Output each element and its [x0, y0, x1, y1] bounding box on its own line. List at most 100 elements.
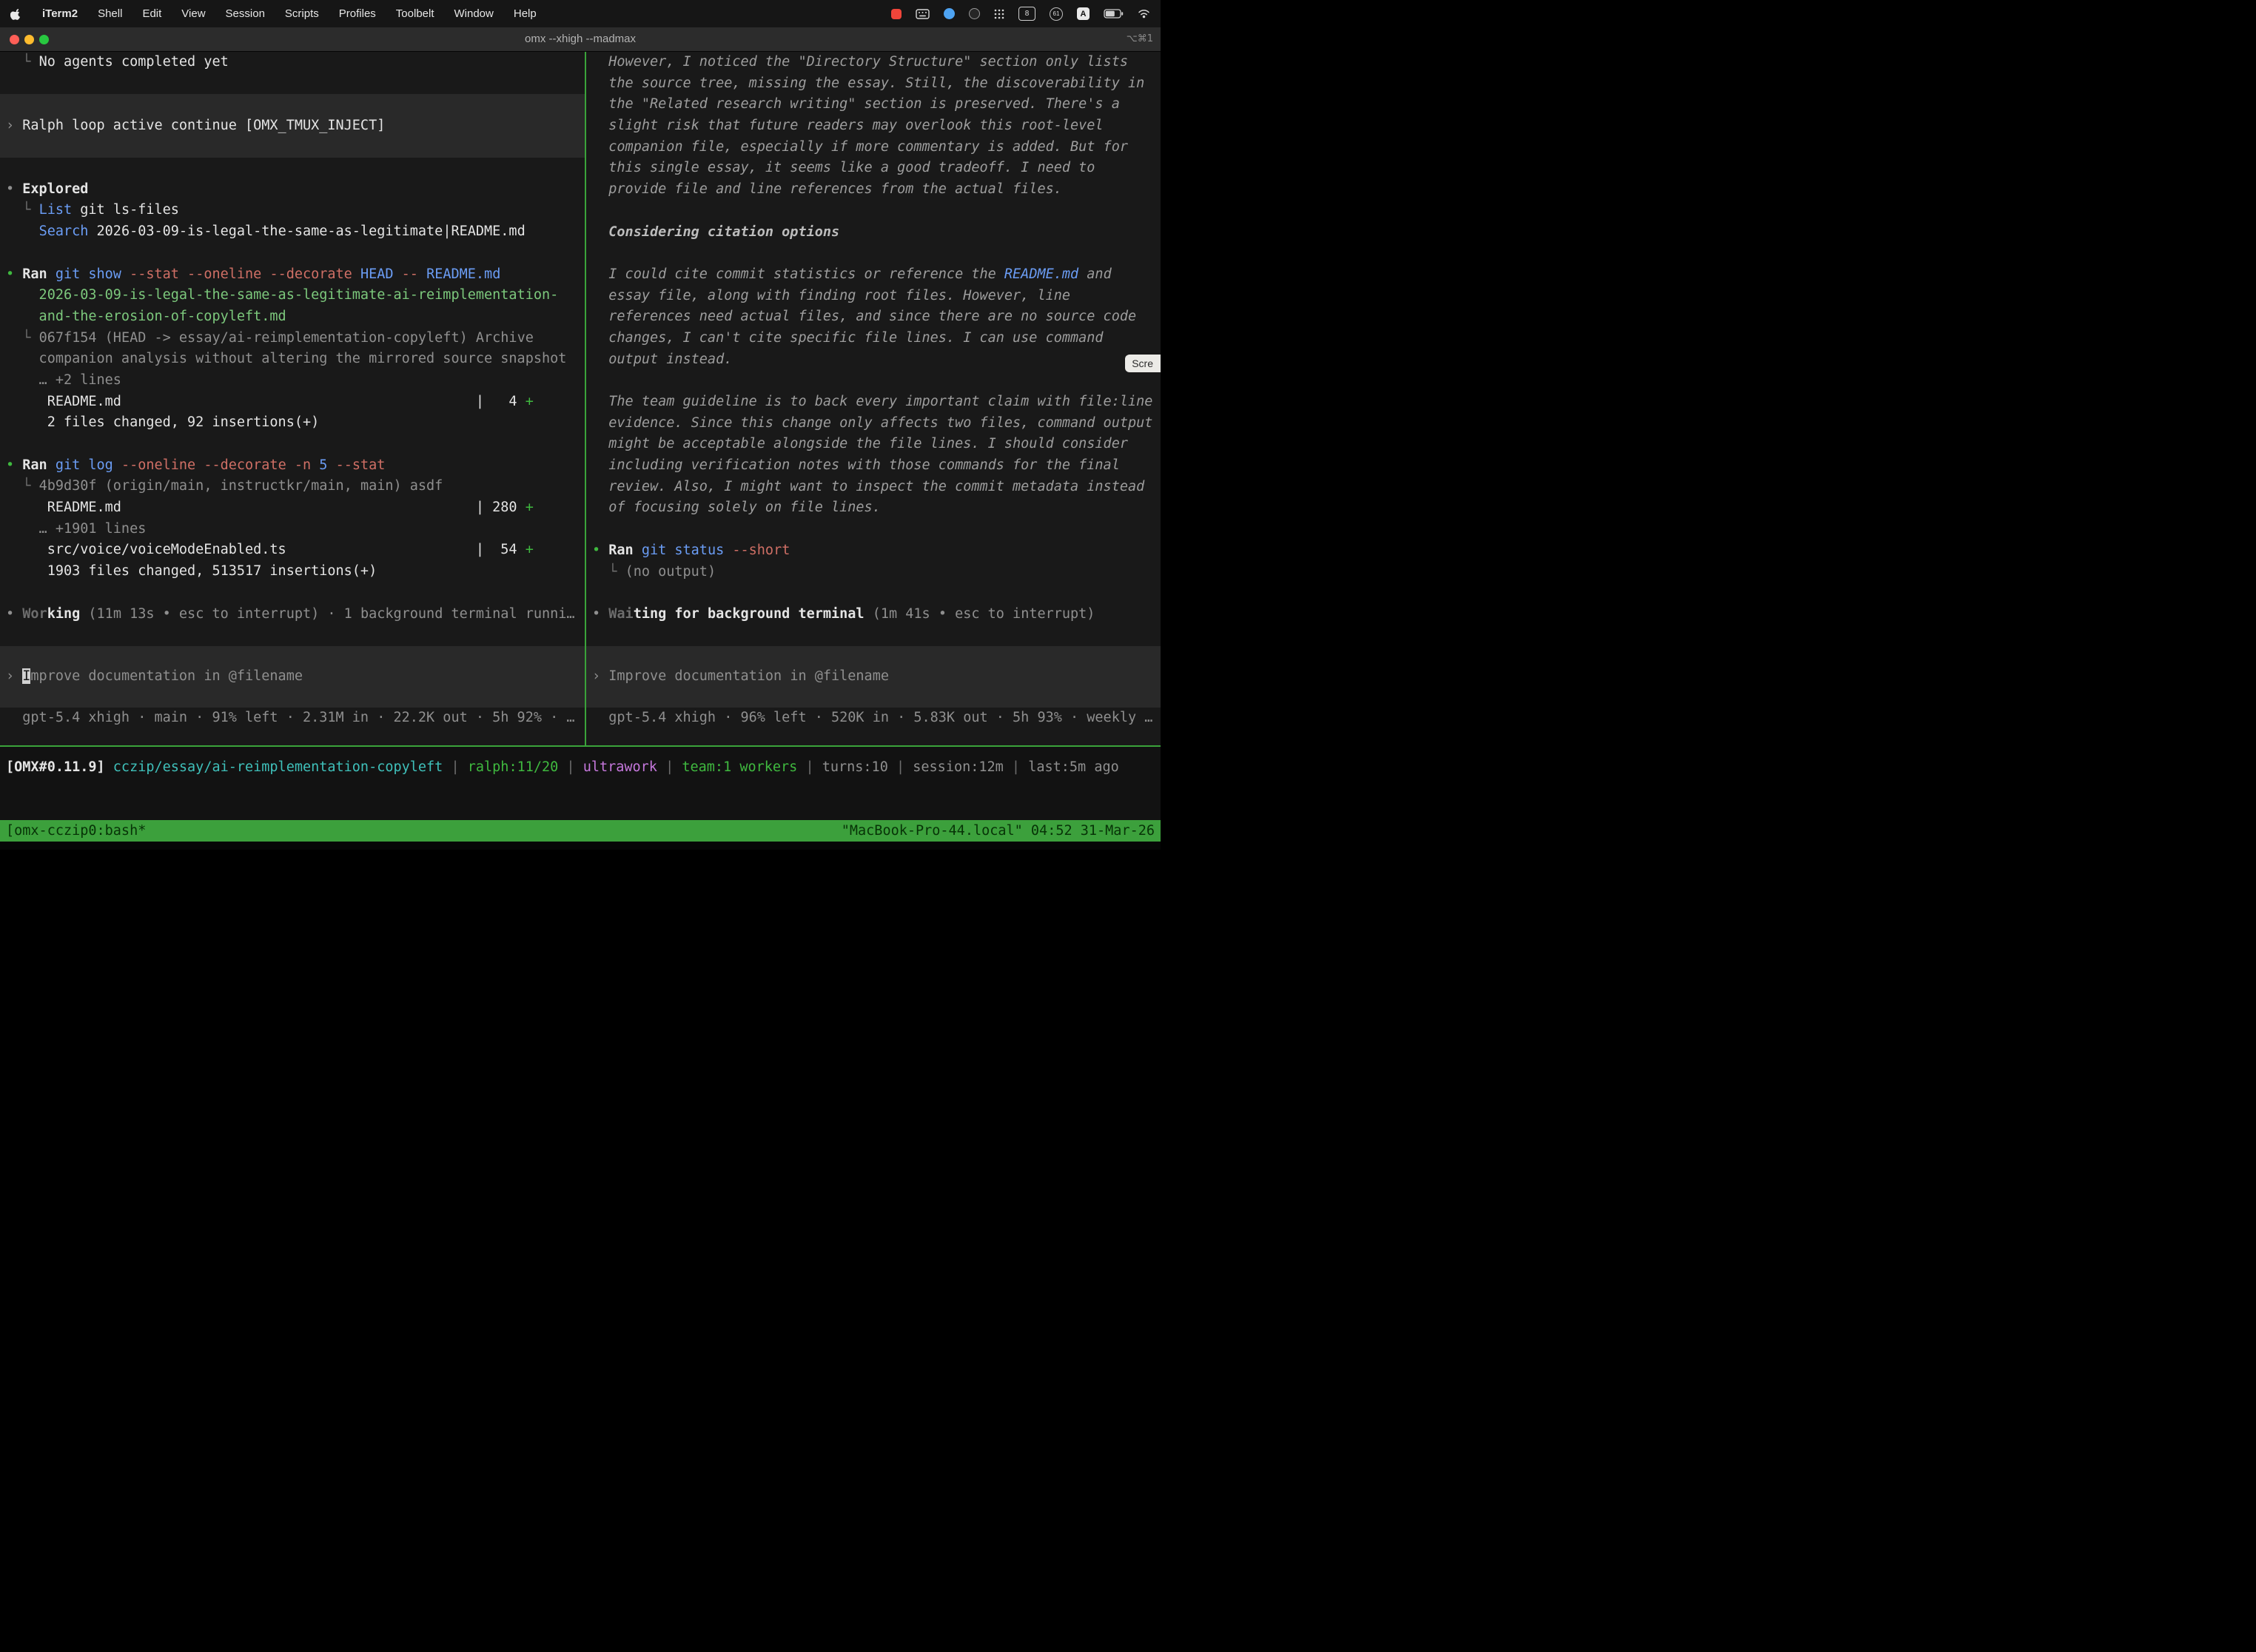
terminal-line: • Ran git status --short	[586, 540, 1161, 562]
terminal-line: 2026-03-09-is-legal-the-same-as-legitima…	[0, 285, 585, 306]
terminal-line: I could cite commit statistics or refere…	[586, 264, 1161, 286]
keyboard-viewer-icon[interactable]	[916, 9, 930, 19]
terminal-line: essay file, along with finding root file…	[586, 286, 1161, 307]
waiting-status: • Waiting for background terminal (1m 41…	[586, 604, 1161, 625]
terminal-line: might be acceptable alongside the file l…	[586, 434, 1161, 455]
menu-item-window[interactable]: Window	[454, 7, 494, 20]
terminal-line: review. Also, I might want to inspect th…	[586, 477, 1161, 498]
dark-app-icon[interactable]	[969, 8, 980, 19]
terminal-line: evidence. Since this change only affects…	[586, 413, 1161, 434]
terminal-line: └ (no output)	[586, 562, 1161, 583]
menu-item-view[interactable]: View	[181, 7, 205, 20]
terminal-line: changes, I can't cite specific file line…	[586, 328, 1161, 349]
menu-item-shell[interactable]: Shell	[98, 7, 122, 20]
omx-status-bar: [OMX#0.11.9] cczip/essay/ai-reimplementa…	[0, 747, 1161, 820]
thinking-paragraph-2: I could cite commit statistics or refere…	[586, 264, 1161, 370]
app-grid-icon[interactable]	[994, 9, 1004, 19]
menu-item-session[interactable]: Session	[226, 7, 265, 20]
explored-section: • Explored └ List git ls-files Search 20…	[0, 179, 585, 243]
window-title-bar: omx --xhigh --madmax ⌥⌘1	[0, 27, 1161, 52]
terminal-line: • Working (11m 13s • esc to interrupt) ·…	[0, 604, 585, 625]
thinking-paragraph-3: The team guideline is to back every impo…	[586, 392, 1161, 519]
terminal-line: provide file and line references from th…	[586, 179, 1161, 201]
terminal-line: 2 files changed, 92 insertions(+)	[0, 412, 585, 434]
tmux-session-window: [omx-cczip0:bash*	[6, 823, 146, 839]
terminal-line: README.md | 4 +	[0, 392, 585, 413]
number-key-icon[interactable]: 8	[1018, 7, 1035, 21]
ralph-loop-banner: › Ralph loop active continue [OMX_TMUX_I…	[0, 94, 585, 158]
window-hotkey: ⌥⌘1	[1127, 27, 1153, 51]
terminal-line: README.md | 280 +	[0, 497, 585, 519]
input-source-icon[interactable]: A	[1077, 7, 1090, 20]
terminal-line: Considering citation options	[586, 222, 1161, 244]
session-stats: gpt-5.4 xhigh · main · 91% left · 2.31M …	[0, 708, 585, 729]
terminal-line: gpt-5.4 xhigh · main · 91% left · 2.31M …	[0, 708, 585, 729]
terminal-line: └ List git ls-files	[0, 200, 585, 221]
apple-logo-icon[interactable]	[10, 7, 22, 21]
session-stats: gpt-5.4 xhigh · 96% left · 520K in · 5.8…	[586, 708, 1161, 729]
menu-item-iterm2[interactable]: iTerm2	[42, 7, 78, 20]
menu-items: iTerm2 Shell Edit View Session Scripts Profile…	[10, 7, 537, 21]
terminal-line: … +1901 lines	[0, 519, 585, 540]
terminal-line: including verification notes with those …	[586, 455, 1161, 477]
thinking-heading: Considering citation options	[586, 222, 1161, 244]
git-log-section: • Ran git log --oneline --decorate -n 5 …	[0, 455, 585, 582]
menu-item-help[interactable]: Help	[514, 7, 537, 20]
agents-status: └ No agents completed yet	[0, 52, 585, 73]
terminal-line: However, I noticed the "Directory Struct…	[586, 52, 1161, 73]
terminal-line: └ 4b9d30f (origin/main, instructkr/main,…	[0, 476, 585, 497]
record-indicator-icon[interactable]	[891, 9, 902, 19]
wifi-icon[interactable]	[1138, 9, 1150, 19]
git-status-section: • Ran git status --short └ (no output)	[586, 540, 1161, 582]
menu-bar-status-items: 8 61 A	[891, 7, 1150, 21]
terminal-line: The team guideline is to back every impo…	[586, 392, 1161, 413]
screen: iTerm2 Shell Edit View Session Scripts Profile…	[0, 0, 1161, 850]
terminal-area: └ No agents completed yet › Ralph loop a…	[0, 52, 1161, 745]
composer-input[interactable]: › Improve documentation in @filename	[586, 646, 1161, 708]
terminal-line: references need actual files, and since …	[586, 306, 1161, 328]
menu-item-toolbelt[interactable]: Toolbelt	[396, 7, 434, 20]
git-show-section: • Ran git show --stat --oneline --decora…	[0, 264, 585, 434]
terminal-line: › Improve documentation in @filename	[586, 666, 1161, 688]
terminal-line: › Improve documentation in @filename	[0, 666, 585, 688]
window-title: omx --xhigh --madmax	[0, 27, 1161, 51]
terminal-line: output instead.	[586, 349, 1161, 371]
terminal-line: … +2 lines	[0, 370, 585, 392]
thinking-paragraph-1: However, I noticed the "Directory Struct…	[586, 52, 1161, 201]
battery-icon[interactable]	[1104, 9, 1124, 19]
terminal-line: of focusing solely on file lines.	[586, 497, 1161, 519]
terminal-line: the "Related research writing" section i…	[586, 94, 1161, 115]
omx-status-line: [OMX#0.11.9] cczip/essay/ai-reimplementa…	[0, 757, 1161, 779]
text-cursor: I	[22, 668, 30, 684]
terminal-line: gpt-5.4 xhigh · 96% left · 520K in · 5.8…	[586, 708, 1161, 729]
tmux-host-clock: "MacBook-Pro-44.local" 04:52 31-Mar-26	[842, 823, 1155, 839]
terminal-line: companion analysis without altering the …	[0, 349, 585, 370]
terminal-line: › Ralph loop active continue [OMX_TMUX_I…	[0, 115, 585, 137]
terminal-line: └ 067f154 (HEAD -> essay/ai-reimplementa…	[0, 328, 585, 349]
terminal-line: • Ran git show --stat --oneline --decora…	[0, 264, 585, 286]
terminal-line: src/voice/voiceModeEnabled.ts | 54 +	[0, 540, 585, 561]
battery-gauge-icon[interactable]: 61	[1050, 7, 1063, 21]
terminal-line: the source tree, missing the essay. Stil…	[586, 73, 1161, 95]
menu-item-profiles[interactable]: Profiles	[339, 7, 376, 20]
terminal-line: companion file, especially if more comme…	[586, 137, 1161, 158]
terminal-line: └ No agents completed yet	[0, 52, 585, 73]
menu-bar: iTerm2 Shell Edit View Session Scripts Profile…	[0, 0, 1161, 27]
terminal-line: slight risk that future readers may over…	[586, 115, 1161, 137]
terminal-line: and-the-erosion-of-copyleft.md	[0, 306, 585, 328]
tmux-status-bar: [omx-cczip0:bash* "MacBook-Pro-44.local"…	[0, 820, 1161, 842]
working-status: • Working (11m 13s • esc to interrupt) ·…	[0, 604, 585, 625]
composer-input[interactable]: › Improve documentation in @filename	[0, 646, 585, 708]
terminal-line: • Explored	[0, 179, 585, 201]
screen-tooltip: Scre	[1125, 355, 1161, 372]
terminal-line: • Ran git log --oneline --decorate -n 5 …	[0, 455, 585, 477]
terminal-line: this single essay, it seems like a good …	[586, 158, 1161, 179]
terminal-line: Search 2026-03-09-is-legal-the-same-as-l…	[0, 221, 585, 243]
terminal-line: 1903 files changed, 513517 insertions(+)	[0, 561, 585, 582]
menu-item-edit[interactable]: Edit	[142, 7, 161, 20]
terminal-line: • Waiting for background terminal (1m 41…	[586, 604, 1161, 625]
right-terminal-pane[interactable]: However, I noticed the "Directory Struct…	[586, 52, 1161, 745]
menu-item-scripts[interactable]: Scripts	[285, 7, 319, 20]
blue-app-icon[interactable]	[944, 8, 955, 19]
left-terminal-pane[interactable]: └ No agents completed yet › Ralph loop a…	[0, 52, 585, 745]
